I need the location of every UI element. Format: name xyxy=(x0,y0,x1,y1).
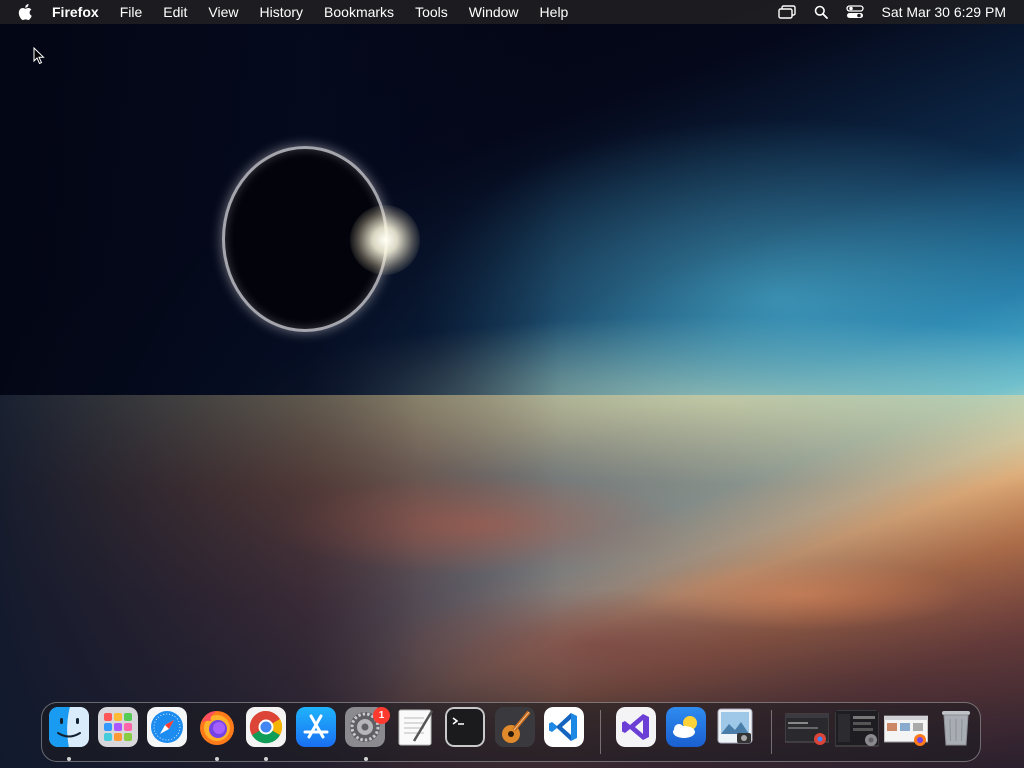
menu-bookmarks[interactable]: Bookmarks xyxy=(324,4,394,20)
menu-view[interactable]: View xyxy=(208,4,238,20)
dock-running-indicator xyxy=(215,757,219,761)
mouse-cursor-icon xyxy=(33,46,45,70)
menu-bar: Firefox File Edit View History Bookmarks… xyxy=(0,0,1024,24)
spotlight-search-icon[interactable] xyxy=(811,3,831,21)
dock-garageband-icon[interactable] xyxy=(495,707,535,747)
menu-tools[interactable]: Tools xyxy=(415,4,448,20)
dock-safari-icon[interactable] xyxy=(147,707,187,747)
dock-separator xyxy=(600,710,601,754)
dock-textedit-icon[interactable] xyxy=(396,707,436,747)
menubar-status-area: Sat Mar 30 6:29 PM xyxy=(763,0,1006,24)
menu-app-firefox[interactable]: Firefox xyxy=(52,4,99,20)
desktop-wallpaper xyxy=(0,0,1024,768)
dock-minimized-settings-window[interactable] xyxy=(835,710,879,748)
dock-terminal-icon[interactable] xyxy=(445,707,485,747)
eclipse-flare xyxy=(350,205,420,275)
dock-minimized-firefox-window[interactable] xyxy=(884,710,928,748)
dock-trash-icon[interactable] xyxy=(936,707,976,747)
dock-visual-studio-icon[interactable] xyxy=(616,707,656,747)
dock-vscode-icon[interactable] xyxy=(544,707,584,747)
dock-app-store-icon[interactable] xyxy=(296,707,336,747)
menubar-clock[interactable]: Sat Mar 30 6:29 PM xyxy=(881,4,1006,20)
menu-edit[interactable]: Edit xyxy=(163,4,187,20)
menu-history[interactable]: History xyxy=(259,4,303,20)
dock-running-indicator xyxy=(67,757,71,761)
apple-logo-icon[interactable] xyxy=(18,3,36,21)
menu-help[interactable]: Help xyxy=(540,4,569,20)
dock-minimized-chrome-window[interactable] xyxy=(785,710,829,748)
notification-badge: 1 xyxy=(373,707,390,724)
dock-separator xyxy=(771,710,772,754)
dock-firefox-icon[interactable] xyxy=(197,707,237,747)
dock-chrome-icon[interactable] xyxy=(246,707,286,747)
menu-window[interactable]: Window xyxy=(469,4,519,20)
dock-preview-icon[interactable] xyxy=(715,707,755,747)
dock-running-indicator xyxy=(264,757,268,761)
screen-mirroring-icon[interactable] xyxy=(777,3,797,21)
control-center-icon[interactable] xyxy=(845,3,865,21)
dock-weather-icon[interactable] xyxy=(666,707,706,747)
dock-running-indicator xyxy=(364,757,368,761)
menu-file[interactable]: File xyxy=(120,4,143,20)
dock-finder-icon[interactable] xyxy=(49,707,89,747)
dock-launchpad-icon[interactable] xyxy=(98,707,138,747)
